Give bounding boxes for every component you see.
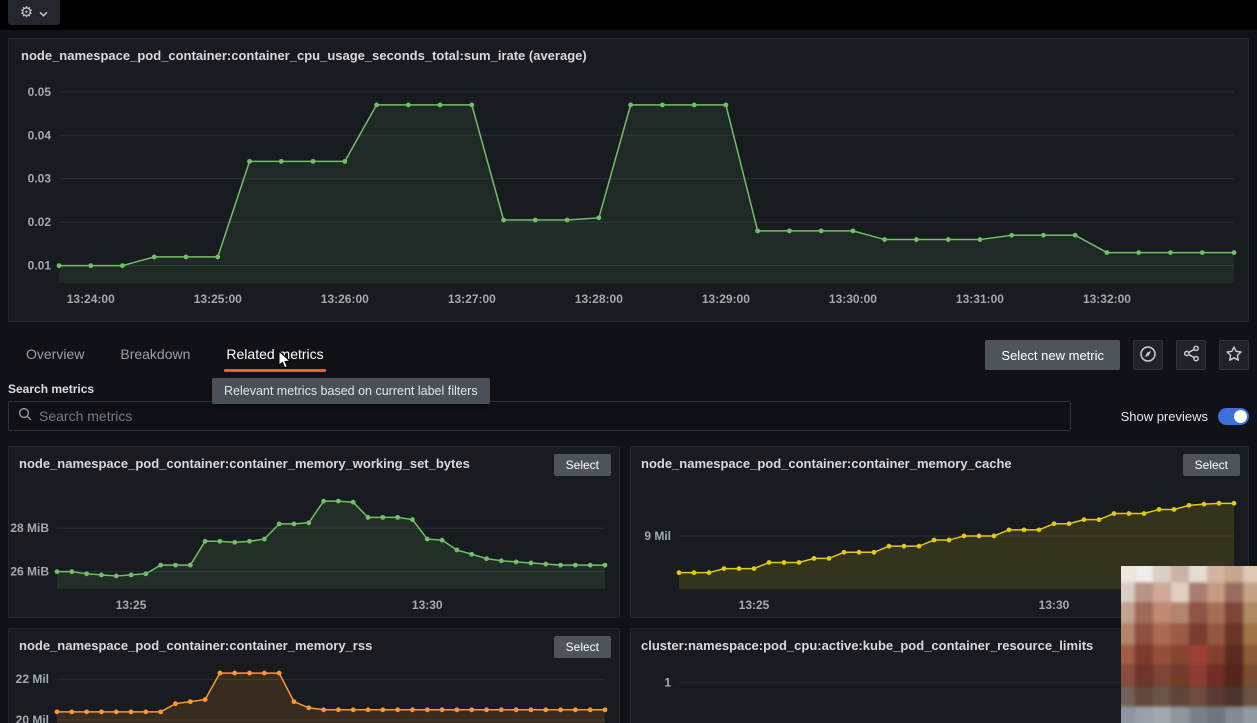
show-previews-label: Show previews <box>1120 408 1208 424</box>
svg-text:13:30: 13:30 <box>412 598 443 612</box>
gear-icon: ⚙ <box>19 4 34 21</box>
svg-text:13:25: 13:25 <box>116 598 147 612</box>
top-bar: ⚙ <box>0 0 1257 30</box>
star-icon <box>1225 345 1243 366</box>
svg-text:13:27:00: 13:27:00 <box>448 292 496 306</box>
svg-text:13:24:00: 13:24:00 <box>67 292 115 306</box>
select-button[interactable]: Select <box>553 636 611 658</box>
svg-text:13:29:00: 13:29:00 <box>702 292 750 306</box>
show-previews-control: Show previews <box>1121 401 1249 431</box>
select-button[interactable]: Select <box>553 454 611 476</box>
share-button[interactable] <box>1176 340 1206 370</box>
compass-icon <box>1139 345 1157 366</box>
svg-text:28 MiB: 28 MiB <box>10 521 49 535</box>
memory-rss-chart[interactable]: 22 Mil20 Mil13:2513:30 <box>9 663 615 723</box>
cpu-usage-chart[interactable]: 0.01 0.02 0.03 0.04 0.05 13:24:00 13:25:00 13:2… <box>9 71 1248 319</box>
svg-text:13:25: 13:25 <box>739 598 770 612</box>
header-actions: Select new metric <box>985 340 1249 370</box>
search-input[interactable] <box>39 408 1061 424</box>
tab-breakdown[interactable]: Breakdown <box>118 338 192 372</box>
chevron-down-icon <box>39 5 48 20</box>
share-icon <box>1183 345 1200 365</box>
privacy-overlay <box>1121 566 1257 723</box>
privacy-overlay-grid <box>1121 566 1257 723</box>
metric-panel-title: node_namespace_pod_container:container_m… <box>19 638 373 653</box>
tabs-row: Overview Breakdown Related metrics Selec… <box>8 338 1249 372</box>
show-previews-toggle[interactable] <box>1218 407 1249 425</box>
svg-text:0.02: 0.02 <box>28 215 52 229</box>
svg-text:20 Mil: 20 Mil <box>16 713 49 723</box>
svg-text:0.03: 0.03 <box>28 172 52 186</box>
svg-text:13:30:00: 13:30:00 <box>829 292 877 306</box>
svg-text:13:30: 13:30 <box>1039 598 1070 612</box>
metric-panel-working-set: node_namespace_pod_container:container_m… <box>8 446 620 618</box>
search-metrics-label: Search metrics <box>8 382 95 396</box>
svg-text:13:31:00: 13:31:00 <box>956 292 1004 306</box>
svg-text:13:26:00: 13:26:00 <box>321 292 369 306</box>
explore-button[interactable] <box>1133 340 1163 370</box>
metric-panel-title: node_namespace_pod_container:container_m… <box>19 456 470 471</box>
select-new-metric-button[interactable]: Select new metric <box>985 340 1120 370</box>
svg-text:1: 1 <box>664 675 671 689</box>
svg-text:13:32:00: 13:32:00 <box>1083 292 1131 306</box>
select-button[interactable]: Select <box>1182 454 1240 476</box>
star-button[interactable] <box>1219 340 1249 370</box>
svg-text:13:25:00: 13:25:00 <box>194 292 242 306</box>
svg-text:0.05: 0.05 <box>28 85 52 99</box>
svg-text:13:28:00: 13:28:00 <box>575 292 623 306</box>
svg-text:0.01: 0.01 <box>28 259 52 273</box>
tab-bar: Overview Breakdown Related metrics <box>24 338 326 372</box>
metric-panel-title: node_namespace_pod_container:container_m… <box>641 456 1012 471</box>
svg-text:26 MiB: 26 MiB <box>10 565 49 579</box>
tab-overview[interactable]: Overview <box>24 338 86 372</box>
search-box <box>8 401 1071 431</box>
svg-text:22 Mil: 22 Mil <box>16 672 49 686</box>
metric-panel-title: cluster:namespace:pod_cpu:active:kube_po… <box>641 638 1094 653</box>
metric-panel-memory-rss: node_namespace_pod_container:container_m… <box>8 628 620 723</box>
screen: ⚙ node_namespace_pod_container:container… <box>0 0 1257 723</box>
svg-text:9 Mil: 9 Mil <box>644 529 671 543</box>
main-chart-title: node_namespace_pod_container:container_c… <box>21 48 587 63</box>
tab-tooltip: Relevant metrics based on current label … <box>212 378 490 404</box>
search-icon <box>18 407 32 426</box>
settings-button[interactable]: ⚙ <box>8 0 60 25</box>
main-chart-panel: node_namespace_pod_container:container_c… <box>8 38 1249 322</box>
tab-related-metrics[interactable]: Related metrics <box>224 338 326 372</box>
working-set-chart[interactable]: 28 MiB 26 MiB 13:25 13:30 <box>9 481 615 615</box>
metric-panels-grid: node_namespace_pod_container:container_m… <box>8 446 1249 723</box>
svg-text:0.04: 0.04 <box>28 128 52 142</box>
